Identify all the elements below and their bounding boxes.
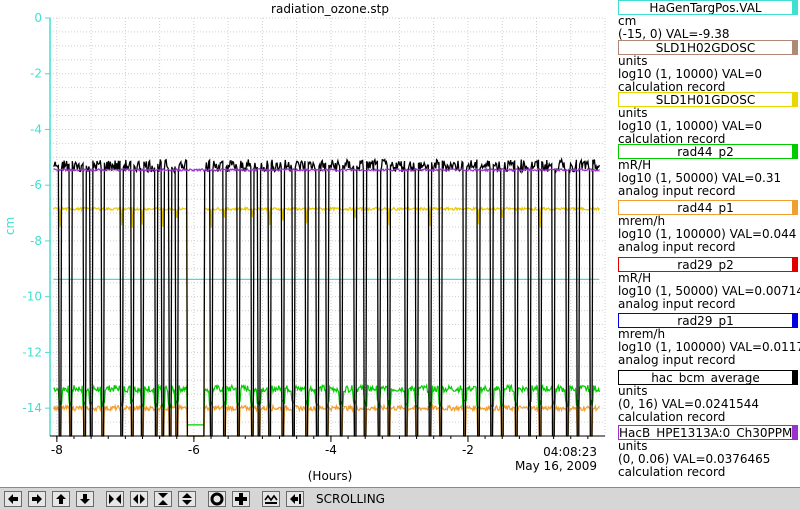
series-line-hacb-hpe1313a-0-ch30ppm bbox=[53, 167, 600, 173]
y-tick-label: -12 bbox=[22, 345, 42, 359]
mode-label: SCROLLING bbox=[316, 492, 385, 506]
zoom-out-vertical-icon[interactable] bbox=[178, 491, 196, 507]
legend-entry-name: HacB_HPE1313A:0_Ch30PPM bbox=[618, 425, 798, 440]
legend: HaGenTargPos.VAL cm (-15, 0) VAL=-9.38 SLD1… bbox=[615, 0, 800, 487]
plus-icon[interactable] bbox=[232, 491, 250, 507]
chart: radiation_ozone.stp 0 -2 -4 -6 -8 -10 -12 -14 -8… bbox=[3, 2, 606, 483]
legend-entry-record: analog input record bbox=[618, 353, 736, 367]
x-tick-label: -8 bbox=[51, 443, 63, 457]
zoom-out-horizontal-icon[interactable] bbox=[130, 491, 148, 507]
legend-entry-record: calculation record bbox=[618, 465, 726, 479]
legend-entry-name: rad29_p1 bbox=[618, 313, 798, 328]
series-line-hac-bcm-average bbox=[53, 157, 601, 437]
legend-entry-name: rad44_p2 bbox=[618, 144, 798, 159]
arrow-down-icon[interactable] bbox=[76, 491, 94, 507]
legend-entry: rad29_p2 mR/H log10 (1, 50000) VAL=0.00714… bbox=[618, 257, 800, 311]
y-axis-label: cm bbox=[3, 217, 17, 235]
legend-entry-name: hac_bcm_average bbox=[618, 370, 798, 385]
y-tick-label: -14 bbox=[22, 401, 42, 415]
legend-entry: HaGenTargPos.VAL cm (-15, 0) VAL=-9.38 bbox=[618, 0, 798, 41]
legend-entry-name: HaGenTargPos.VAL bbox=[618, 0, 798, 15]
arrow-up-icon[interactable] bbox=[52, 491, 70, 507]
y-tick-label: -4 bbox=[30, 122, 42, 136]
arrow-right-icon[interactable] bbox=[28, 491, 46, 507]
zoom-in-vertical-icon[interactable] bbox=[154, 491, 172, 507]
arrow-left-icon[interactable] bbox=[4, 491, 22, 507]
series-layer bbox=[52, 157, 601, 437]
y-tick-label: -2 bbox=[30, 67, 42, 81]
circle-icon[interactable] bbox=[208, 491, 226, 507]
y-tick-label: -6 bbox=[30, 178, 42, 192]
legend-entry-record: analog input record bbox=[618, 240, 736, 254]
scroll-mode-icon[interactable] bbox=[262, 491, 280, 507]
jump-to-end-icon[interactable] bbox=[286, 491, 304, 507]
legend-entry-record: calculation record bbox=[618, 410, 726, 424]
legend-entry-name: rad44_p1 bbox=[618, 200, 798, 215]
x-tick-label: -2 bbox=[462, 443, 474, 457]
end-date-label: May 16, 2009 bbox=[515, 459, 597, 473]
end-time-label: 04:08:23 bbox=[543, 445, 597, 459]
legend-entry-name: rad29_p2 bbox=[618, 257, 798, 272]
legend-entry: rad29_p1 mrem/h log10 (1, 100000) VAL=0.01… bbox=[618, 313, 800, 367]
x-tick-label: -6 bbox=[188, 443, 200, 457]
legend-entry-record: analog input record bbox=[618, 184, 736, 198]
legend-entry: SLD1H02GDOSC units log10 (1, 10000) VAL=0 c… bbox=[618, 40, 798, 94]
y-tick-label: 0 bbox=[34, 11, 42, 25]
legend-entry-name: SLD1H01GDOSC bbox=[618, 92, 798, 107]
toolbar: SCROLLING bbox=[0, 487, 800, 509]
legend-entry: hac_bcm_average units (0, 16) VAL=0.024154… bbox=[618, 370, 798, 424]
y-tick-label: -8 bbox=[30, 234, 42, 248]
x-tick-label: -4 bbox=[325, 443, 337, 457]
legend-entry: rad44_p2 mR/H log10 (1, 50000) VAL=0.31 ana… bbox=[618, 144, 798, 198]
legend-entry-name: SLD1H02GDOSC bbox=[618, 40, 798, 55]
x-axis-label: (Hours) bbox=[308, 469, 353, 483]
legend-entry: HacB_HPE1313A:0_Ch30PPM units (0, 0.06) VA… bbox=[618, 425, 798, 479]
y-tick-label: -10 bbox=[22, 290, 42, 304]
zoom-in-horizontal-icon[interactable] bbox=[106, 491, 124, 507]
legend-entry: SLD1H01GDOSC units log10 (1, 10000) VAL=0 c… bbox=[618, 92, 798, 146]
legend-entry: rad44_p1 mrem/h log10 (1, 100000) VAL=0.04… bbox=[618, 200, 798, 254]
chart-title: radiation_ozone.stp bbox=[271, 2, 389, 16]
legend-entry-record: analog input record bbox=[618, 297, 736, 311]
